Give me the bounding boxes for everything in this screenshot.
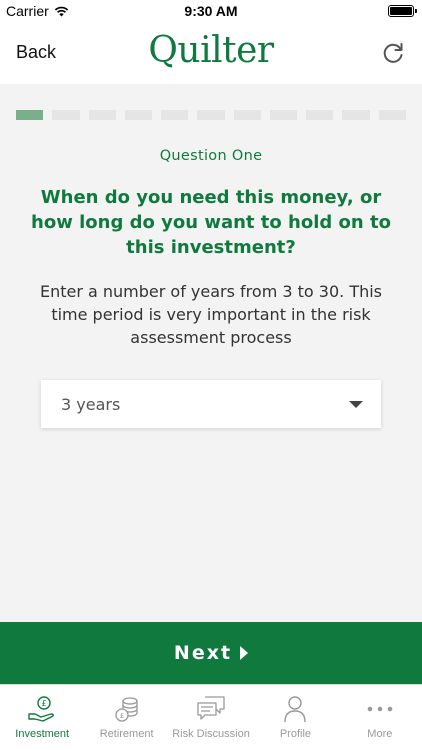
progress-step xyxy=(342,110,370,120)
question-instruction: Enter a number of years from 3 to 30. Th… xyxy=(39,282,383,347)
progress-step xyxy=(378,110,406,120)
svg-text:£: £ xyxy=(119,712,123,720)
progress-step xyxy=(88,110,116,120)
tab-label-risk-discussion: Risk Discussion xyxy=(172,728,250,740)
tab-risk-discussion[interactable]: Risk Discussion xyxy=(169,685,253,750)
refresh-icon[interactable] xyxy=(380,40,406,66)
progress-step xyxy=(269,110,298,120)
navigation-bar: Back Quilter xyxy=(0,22,422,84)
profile-icon xyxy=(284,696,307,723)
progress-step xyxy=(161,110,189,120)
chevron-down-icon xyxy=(349,400,363,408)
tab-label-more: More xyxy=(367,728,393,740)
chevron-right-icon xyxy=(240,646,249,660)
retirement-coins-icon: £ xyxy=(114,697,138,722)
progress-step xyxy=(306,110,334,120)
chat-icon xyxy=(197,696,225,720)
tab-label-profile: Profile xyxy=(279,728,312,740)
quilter-logo: Quilter xyxy=(148,30,274,71)
tab-profile[interactable]: Profile xyxy=(253,685,337,750)
tab-more[interactable]: More xyxy=(338,685,422,750)
progress-step xyxy=(124,110,153,120)
progress-step xyxy=(52,110,80,120)
svg-text:£: £ xyxy=(42,699,47,708)
next-button-label: Next xyxy=(173,642,233,664)
progress-step xyxy=(16,110,44,120)
dropdown-selected-value: 3 years xyxy=(61,394,121,414)
battery-icon xyxy=(388,5,417,17)
question-number: Question One xyxy=(159,148,263,164)
next-button[interactable]: Next xyxy=(0,622,422,684)
status-bar: Carrier 9:30 AM xyxy=(0,0,422,22)
tab-label-investment: Investment xyxy=(15,728,70,740)
more-icon xyxy=(367,706,393,712)
tab-label-retirement: Retirement xyxy=(99,728,154,740)
tab-investment[interactable]: £ Investment xyxy=(0,685,84,750)
years-dropdown[interactable]: 3 years xyxy=(41,380,381,428)
progress-step xyxy=(197,110,225,120)
tab-retirement[interactable]: £ Retirement xyxy=(84,685,168,750)
investment-icon: £ xyxy=(28,696,55,722)
status-time: 9:30 AM xyxy=(184,3,238,19)
progress-step xyxy=(233,110,261,120)
question-title: When do you need this money, or how long… xyxy=(31,187,391,258)
tab-bar: £ Investment £ Retirement Risk Discussio… xyxy=(0,684,422,750)
progress-indicator xyxy=(16,110,406,120)
